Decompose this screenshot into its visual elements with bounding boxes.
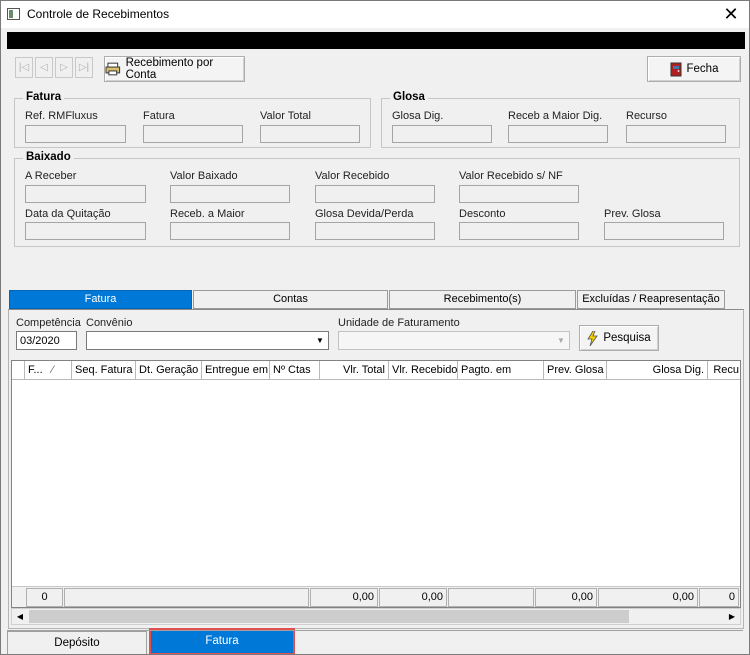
receb-maior-label: Receb. a Maior (170, 208, 245, 220)
footer-pagto (448, 588, 534, 607)
nav-first-button[interactable]: |◁ (15, 57, 33, 78)
tab-fatura[interactable]: Fatura (9, 290, 192, 309)
ref-rmfluxus-field[interactable] (25, 125, 126, 143)
pesquisa-label: Pesquisa (603, 332, 651, 344)
prev-glosa-field[interactable] (604, 222, 724, 240)
scrollbar-thumb[interactable] (29, 610, 629, 623)
footer-prev-glosa: 0,00 (535, 588, 597, 607)
footer-vlr-recebido: 0,00 (379, 588, 447, 607)
tab-contas[interactable]: Contas (193, 290, 388, 309)
col-header-f-label: F... (28, 364, 43, 376)
competencia-label: Competência (16, 317, 81, 329)
fecha-label: Fecha (686, 63, 719, 75)
valor-recebido-field[interactable] (315, 185, 435, 203)
receb-maior-field[interactable] (170, 222, 290, 240)
main-window: Controle de Recebimentos ✕ |◁ ◁ ▷ ▷| Rec… (0, 0, 750, 655)
footer-count: 0 (26, 588, 63, 607)
recurso-field[interactable] (626, 125, 726, 143)
unidade-faturamento-label: Unidade de Faturamento (338, 317, 460, 329)
unidade-faturamento-select[interactable]: ▼ (338, 331, 570, 350)
faturas-grid[interactable]: F... ∕ Seq. Fatura Dt. Geração Entregue … (11, 360, 741, 608)
chevron-down-icon[interactable]: ▼ (553, 332, 569, 349)
data-quitacao-label: Data da Quitação (25, 208, 111, 220)
col-header-glosa-dig[interactable]: Glosa Dig. (607, 361, 708, 380)
a-receber-label: A Receber (25, 170, 77, 182)
a-receber-field[interactable] (25, 185, 146, 203)
prev-glosa-label: Prev. Glosa (604, 208, 661, 220)
valor-recebido-sem-nf-field[interactable] (459, 185, 579, 203)
fecha-button[interactable]: Fecha (647, 56, 741, 82)
footer-glosa-dig: 0,00 (598, 588, 698, 607)
col-header-seq-fatura[interactable]: Seq. Fatura (72, 361, 136, 380)
competencia-input[interactable] (16, 331, 77, 350)
bottom-tab-divider (7, 630, 743, 631)
printer-icon (105, 62, 121, 76)
col-header-recurso[interactable]: Recu (708, 361, 740, 380)
recurso-label: Recurso (626, 110, 667, 122)
close-button[interactable]: ✕ (719, 3, 743, 25)
lightning-icon (587, 330, 599, 346)
col-header-n-ctas[interactable]: Nº Ctas (270, 361, 320, 380)
pesquisa-button[interactable]: Pesquisa (579, 325, 659, 351)
glosa-dig-label: Glosa Dig. (392, 110, 444, 122)
col-header-prev-glosa[interactable]: Prev. Glosa (544, 361, 607, 380)
nav-last-button[interactable]: ▷| (75, 57, 93, 78)
valor-recebido-label: Valor Recebido (315, 170, 390, 182)
desconto-field[interactable] (459, 222, 579, 240)
col-header-entregue-em[interactable]: Entregue em (202, 361, 270, 380)
recebimento-por-conta-button[interactable]: Recebimento por Conta (104, 56, 245, 82)
horizontal-scrollbar[interactable]: ◀ ▶ (11, 608, 741, 625)
convenio-label: Convênio (86, 317, 133, 329)
receb-maior-dig-field[interactable] (508, 125, 608, 143)
fatura-label: Fatura (143, 110, 175, 122)
footer-blank (64, 588, 309, 607)
valor-baixado-label: Valor Baixado (170, 170, 238, 182)
door-icon (670, 62, 682, 76)
receb-maior-dig-label: Receb a Maior Dig. (508, 110, 603, 122)
glosa-devida-perda-label: Glosa Devida/Perda (315, 208, 414, 220)
col-header-vlr-recebido[interactable]: Vlr. Recebido (389, 361, 458, 380)
scroll-right-icon[interactable]: ▶ (724, 609, 740, 624)
title-bar: Controle de Recebimentos ✕ (1, 1, 749, 28)
valor-recebido-sem-nf-label: Valor Recebido s/ NF (459, 170, 563, 182)
fatura-field[interactable] (143, 125, 243, 143)
ref-rmfluxus-label: Ref. RMFluxus (25, 110, 98, 122)
col-header-dt-geracao[interactable]: Dt. Geração (136, 361, 202, 380)
bottom-tab-fatura[interactable]: Fatura (149, 628, 295, 654)
glosa-dig-field[interactable] (392, 125, 492, 143)
glosa-group-title: Glosa (390, 91, 428, 103)
desconto-label: Desconto (459, 208, 506, 220)
header-bar (7, 32, 745, 49)
valor-baixado-field[interactable] (170, 185, 290, 203)
footer-recurso: 0 (699, 588, 739, 607)
grid-indicator-header (12, 361, 25, 380)
data-quitacao-field[interactable] (25, 222, 146, 240)
col-header-pagto-em[interactable]: Pagto. em (458, 361, 544, 380)
footer-vlr-total: 0,00 (310, 588, 378, 607)
baixado-group-title: Baixado (23, 151, 74, 163)
valor-total-field[interactable] (260, 125, 360, 143)
valor-total-label: Valor Total (260, 110, 311, 122)
col-header-vlr-total[interactable]: Vlr. Total (320, 361, 389, 380)
app-icon (7, 8, 20, 20)
chevron-down-icon[interactable]: ▼ (312, 332, 328, 349)
recebimento-por-conta-label: Recebimento por Conta (125, 57, 214, 81)
nav-next-button[interactable]: ▷ (55, 57, 73, 78)
col-header-f[interactable]: F... ∕ (25, 361, 72, 380)
scroll-left-icon[interactable]: ◀ (12, 609, 28, 624)
tab-excluidas-reapresentacao[interactable]: Excluídas / Reapresentação (577, 290, 725, 309)
glosa-devida-perda-field[interactable] (315, 222, 435, 240)
grid-footer: 0 0,00 0,00 0,00 0,00 0 (12, 586, 740, 607)
tab-recebimentos[interactable]: Recebimento(s) (389, 290, 576, 309)
bottom-tab-deposito[interactable]: Depósito (7, 631, 147, 654)
nav-prev-button[interactable]: ◁ (35, 57, 53, 78)
fatura-group-title: Fatura (23, 91, 65, 103)
window-title: Controle de Recebimentos (27, 7, 170, 21)
convenio-select[interactable]: ▼ (86, 331, 329, 350)
sort-icon: ∕ (51, 364, 54, 376)
